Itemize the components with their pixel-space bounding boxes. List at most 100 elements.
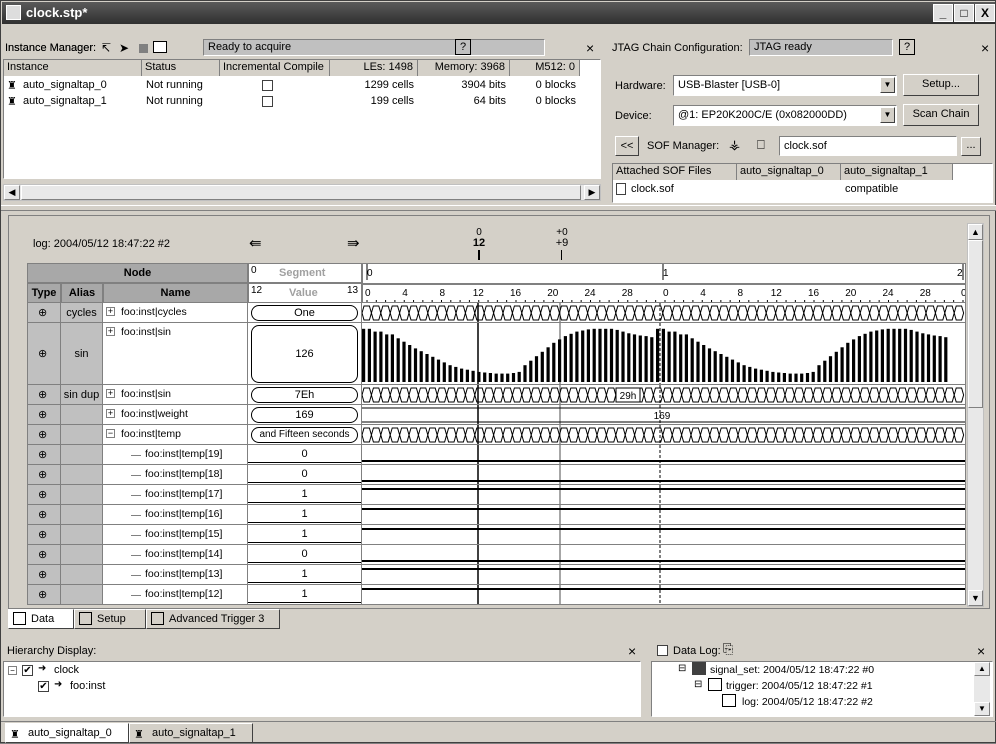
signal-row[interactable]: ⊕ foo:inst|temp[19] 0 [27, 445, 966, 465]
attach-icon[interactable]: ⎕ [757, 137, 765, 153]
tab-auto-signaltap-0[interactable]: ♜ auto_signaltap_0 [5, 723, 129, 743]
waveform-cell[interactable] [362, 585, 966, 605]
instance-close-button[interactable]: × [586, 40, 594, 56]
incremental-checkbox[interactable] [262, 80, 273, 91]
scroll-down-icon[interactable]: ▼ [968, 590, 983, 606]
close-button[interactable]: X [975, 4, 995, 22]
magnify-icon[interactable]: ↸ [101, 41, 111, 55]
scroll-up-icon[interactable]: ▲ [974, 662, 990, 676]
col-m512[interactable]: M512: 0 [510, 60, 580, 76]
name-cell[interactable]: foo:inst|temp[13] [103, 565, 248, 585]
clock-checkbox[interactable]: ✔ [22, 665, 33, 676]
signal-row[interactable]: ⊕ sin + foo:inst|sin 126 [27, 323, 966, 385]
trigger-marker[interactable] [478, 250, 480, 260]
signal-row[interactable]: ⊕ foo:inst|temp[14] 0 [27, 545, 966, 565]
scroll-up-icon[interactable]: ▲ [968, 224, 983, 240]
expand-icon[interactable]: + [106, 327, 115, 336]
expand-icon[interactable]: + [106, 409, 115, 418]
waveform-cell[interactable] [362, 465, 966, 485]
name-cell[interactable]: foo:inst|temp[14] [103, 545, 248, 565]
signal-row[interactable]: ⊕ cycles + foo:inst|cycles One [27, 303, 966, 323]
name-cell[interactable]: − foo:inst|temp [103, 425, 248, 445]
waveform-cell[interactable] [362, 525, 966, 545]
waveform-cell[interactable] [362, 485, 966, 505]
name-cell[interactable]: + foo:inst|sin [103, 385, 248, 405]
waveform-cell[interactable] [362, 303, 966, 323]
scan-chain-button[interactable]: Scan Chain [903, 104, 979, 126]
signal-row[interactable]: ⊕ foo:inst|temp[15] 1 [27, 525, 966, 545]
tab-setup[interactable]: Setup [74, 609, 146, 629]
name-cell[interactable]: + foo:inst|sin [103, 323, 248, 385]
jtag-help-button[interactable]: ? [899, 39, 915, 55]
program-icon[interactable]: ⚶ [729, 137, 740, 153]
name-cell[interactable]: foo:inst|temp[18] [103, 465, 248, 485]
col-les[interactable]: LEs: 1498 [330, 60, 418, 76]
maximize-button[interactable]: □ [954, 4, 974, 22]
col-tap1[interactable]: auto_signaltap_1 [841, 164, 953, 180]
signal-row[interactable]: ⊕ foo:inst|temp[18] 0 [27, 465, 966, 485]
read-data-icon[interactable] [153, 41, 167, 53]
splitter[interactable] [1, 205, 996, 211]
name-cell[interactable]: + foo:inst|cycles [103, 303, 248, 323]
scroll-thumb[interactable] [968, 240, 983, 408]
signal-row[interactable]: ⊕ foo:inst|temp[12] 1 [27, 585, 966, 605]
waveform-vscrollbar[interactable]: ▲ ▼ [967, 223, 984, 607]
datalog-item[interactable]: trigger: 2004/05/12 18:47:22 #1 [726, 680, 873, 692]
datalog-item[interactable]: signal_set: 2004/05/12 18:47:22 #0 [710, 664, 874, 676]
scroll-right-icon[interactable]: ▶ [584, 185, 600, 200]
col-attached-files[interactable]: Attached SOF Files [613, 164, 737, 180]
device-select[interactable]: @1: EP20K200C/E (0x082000DD) ▼ [673, 105, 897, 126]
sof-file-field[interactable]: clock.sof [779, 136, 957, 156]
time-marker[interactable] [561, 250, 562, 260]
minimize-button[interactable]: _ [933, 4, 953, 22]
expand-icon[interactable]: + [106, 389, 115, 398]
sof-collapse-button[interactable]: << [615, 136, 639, 156]
hierarchy-item[interactable]: foo:inst [70, 680, 105, 692]
tab-data[interactable]: Data [8, 609, 74, 629]
name-cell[interactable]: foo:inst|temp[19] [103, 445, 248, 465]
instance-help-button[interactable]: ? [455, 39, 471, 55]
datalog-scrollbar[interactable]: ▲ ▼ [974, 662, 990, 716]
signal-row[interactable]: ⊕ foo:inst|temp[17] 1 [27, 485, 966, 505]
col-tap0[interactable]: auto_signaltap_0 [737, 164, 841, 180]
instance-hscrollbar[interactable]: ◀ ▶ [3, 184, 601, 201]
scroll-down-icon[interactable]: ▼ [974, 702, 990, 716]
signal-row[interactable]: ⊕ + foo:inst|weight 169 169 [27, 405, 966, 425]
waveform-cell[interactable] [362, 323, 966, 385]
incremental-checkbox[interactable] [262, 96, 273, 107]
col-incremental[interactable]: Incremental Compile [220, 60, 330, 76]
jtag-close-button[interactable]: × [981, 40, 989, 56]
name-cell[interactable]: foo:inst|temp[15] [103, 525, 248, 545]
collapse-icon[interactable]: − [8, 666, 17, 675]
run-icon[interactable]: ➤ [119, 41, 129, 55]
foo-inst-checkbox[interactable]: ✔ [38, 681, 49, 692]
collapse-icon[interactable]: ⊟ [678, 663, 686, 674]
table-row[interactable]: ♜ auto_signaltap_0 Not running 1299 cell… [4, 78, 600, 94]
tab-auto-signaltap-1[interactable]: ♜ auto_signaltap_1 [129, 723, 253, 743]
collapse-icon[interactable]: ⊟ [694, 679, 702, 690]
scroll-left-icon[interactable]: ◀ [4, 185, 20, 200]
name-cell[interactable]: foo:inst|temp[16] [103, 505, 248, 525]
tab-advanced-trigger[interactable]: Advanced Trigger 3 [146, 609, 280, 629]
waveform-cell[interactable] [362, 425, 966, 445]
col-status[interactable]: Status [142, 60, 220, 76]
name-cell[interactable]: + foo:inst|weight [103, 405, 248, 425]
waveform-cell[interactable] [362, 565, 966, 585]
prev-marker-icon[interactable]: ⇚ [249, 234, 262, 252]
signal-row[interactable]: ⊕ foo:inst|temp[13] 1 [27, 565, 966, 585]
waveform-cell[interactable] [362, 445, 966, 465]
setup-button[interactable]: Setup... [903, 74, 979, 96]
name-cell[interactable]: foo:inst|temp[17] [103, 485, 248, 505]
signal-row[interactable]: ⊕ − foo:inst|temp and Fifteen seconds [27, 425, 966, 445]
chevron-down-icon[interactable]: ▼ [880, 107, 895, 123]
sof-browse-button[interactable]: ... [961, 137, 981, 156]
chevron-down-icon[interactable]: ▼ [880, 77, 895, 93]
table-row[interactable]: ♜ auto_signaltap_1 Not running 199 cells… [4, 94, 600, 110]
expand-icon[interactable]: + [106, 307, 115, 316]
name-cell[interactable]: foo:inst|temp[12] [103, 585, 248, 605]
waveform-cell[interactable] [362, 505, 966, 525]
waveform-cell[interactable] [362, 545, 966, 565]
next-marker-icon[interactable]: ⇛ [347, 234, 360, 252]
datalog-checkbox[interactable] [657, 645, 668, 656]
datalog-item[interactable]: log: 2004/05/12 18:47:22 #2 [742, 696, 873, 708]
